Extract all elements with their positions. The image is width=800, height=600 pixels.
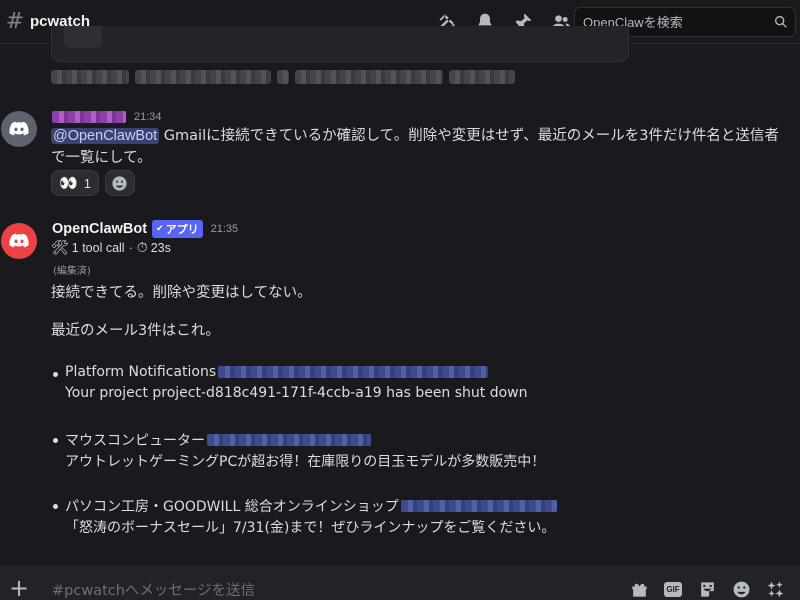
email-sender: パソコン工房・GOODWILL 総合オンラインショップ bbox=[65, 499, 399, 515]
email-sender-row: Platform Notifications bbox=[65, 364, 489, 380]
smiley-add-icon bbox=[112, 175, 128, 191]
bot-username[interactable]: OpenClawBot bbox=[52, 221, 147, 237]
message-timestamp[interactable]: 21:34 bbox=[134, 111, 162, 123]
bot-mention[interactable]: @OpenClawBot bbox=[51, 128, 160, 144]
redacted-username[interactable] bbox=[52, 111, 126, 123]
separator: · bbox=[128, 240, 133, 255]
add-reaction-button[interactable] bbox=[104, 170, 135, 196]
app-badge-label: アプリ bbox=[165, 223, 199, 236]
reaction-eyes[interactable]: 👀 1 bbox=[51, 170, 99, 196]
redacted-block bbox=[51, 70, 129, 84]
bot-message-line: 最近のメール3件はこれ。 bbox=[51, 323, 220, 339]
bot-avatar[interactable] bbox=[1, 223, 37, 259]
composer-toolbar: GIF bbox=[628, 578, 786, 600]
eyes-emoji-icon: 👀 bbox=[59, 174, 78, 192]
user-message-content: Gmailに接続できているか確認して。削除や変更はせず、最近のメールを3件だけ件… bbox=[51, 128, 779, 166]
bullet-point bbox=[53, 438, 58, 443]
discord-logo-icon bbox=[9, 121, 29, 136]
message-input[interactable] bbox=[50, 579, 574, 600]
message-timestamp[interactable]: 21:35 bbox=[211, 223, 239, 235]
emoji-icon[interactable] bbox=[730, 578, 752, 600]
email-sender-row: マウスコンピューター bbox=[65, 430, 371, 450]
attach-plus-button[interactable]: + bbox=[8, 574, 30, 600]
bot-message-header: OpenClawBot ✔ アプリ 21:35 bbox=[52, 220, 238, 238]
redacted-block bbox=[135, 70, 271, 84]
bot-message-line: 接続できてる。削除や変更はしてない。 bbox=[51, 285, 312, 301]
bullet-point bbox=[53, 372, 58, 377]
previous-attachment bbox=[51, 26, 629, 62]
discord-logo-icon bbox=[9, 233, 29, 248]
user-avatar[interactable] bbox=[1, 111, 37, 147]
redacted-block bbox=[277, 70, 289, 84]
app-badge: ✔ アプリ bbox=[152, 220, 203, 238]
redacted-email-address bbox=[207, 434, 371, 446]
tool-call-duration: 23s bbox=[150, 240, 171, 255]
email-subject: Your project project-d818c491-171f-4ccb-… bbox=[65, 385, 528, 401]
redacted-email-address bbox=[400, 500, 557, 512]
reaction-bar: 👀 1 bbox=[51, 170, 135, 196]
sticker-icon[interactable] bbox=[696, 578, 718, 600]
edited-label: (編集済) bbox=[53, 266, 91, 277]
email-sender: マウスコンピューター bbox=[65, 433, 205, 449]
apps-icon[interactable] bbox=[764, 578, 786, 600]
email-sender: Platform Notifications bbox=[65, 364, 217, 380]
stopwatch-icon: ⏱ bbox=[136, 239, 148, 255]
user-message-text: @OpenClawBot Gmailに接続できているか確認して。削除や変更はせず… bbox=[51, 125, 781, 169]
gift-icon[interactable] bbox=[628, 578, 650, 600]
message-composer: + GIF bbox=[0, 566, 800, 600]
email-sender-row: パソコン工房・GOODWILL 総合オンラインショップ bbox=[65, 496, 557, 516]
tool-call-summary: 🛠 1 tool call · ⏱ 23s bbox=[51, 239, 171, 256]
tools-icon: 🛠 bbox=[51, 239, 69, 255]
user-message-header: 21:34 bbox=[52, 111, 162, 123]
tool-call-count: 1 tool call bbox=[71, 240, 125, 255]
search-icon[interactable] bbox=[767, 14, 795, 30]
redacted-email-address bbox=[218, 366, 489, 378]
channel-hash-icon: # bbox=[5, 9, 25, 34]
email-subject: アウトレットゲーミングPCが超お得！在庫限りの目玉モデルが多数販売中！ bbox=[65, 454, 546, 470]
gif-button[interactable]: GIF bbox=[662, 578, 684, 600]
gif-icon: GIF bbox=[664, 581, 682, 597]
bullet-point bbox=[53, 504, 58, 509]
attachment-thumb bbox=[64, 26, 102, 48]
redacted-previous-text bbox=[51, 66, 515, 88]
verified-check-icon: ✔ bbox=[156, 224, 164, 234]
email-subject: 「怒涛のボーナスセール」7/31(金)まで！ぜひラインナップをご覧ください。 bbox=[65, 520, 556, 536]
reaction-count: 1 bbox=[83, 175, 91, 191]
redacted-block bbox=[449, 70, 515, 84]
discord-window: # pcwatch OpenClawを検索 21:34 @OpenClawBot… bbox=[0, 0, 800, 600]
redacted-block bbox=[295, 70, 443, 84]
